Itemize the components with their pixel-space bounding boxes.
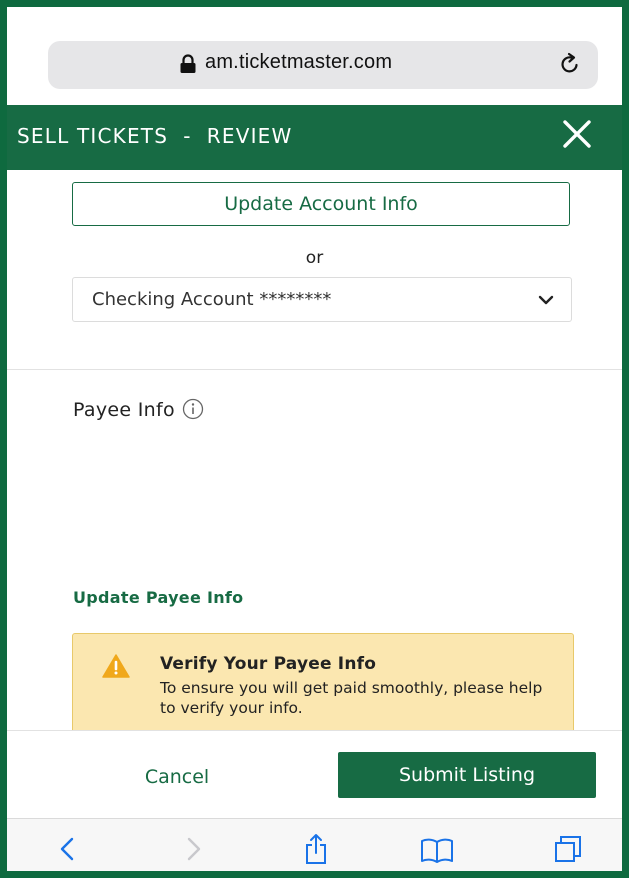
or-separator: or (305, 248, 324, 268)
reload-icon[interactable] (558, 52, 582, 76)
page-header: SELL TICKETS - REVIEW (7, 105, 622, 170)
action-bar: Cancel Submit Listing (7, 730, 622, 818)
chevron-down-icon (538, 295, 554, 305)
alert-body: To ensure you will get paid smoothly, pl… (160, 679, 543, 717)
info-icon[interactable] (182, 398, 204, 420)
verify-payee-alert: Verify Your Payee Info To ensure you wil… (72, 633, 574, 730)
app-frame: am.ticketmaster.com SELL TICKETS - REVIE… (0, 0, 629, 878)
warning-icon (102, 654, 130, 678)
submit-listing-button[interactable]: Submit Listing (338, 752, 596, 798)
close-icon[interactable] (560, 117, 594, 151)
share-icon[interactable] (301, 833, 331, 865)
cancel-button[interactable]: Cancel (97, 755, 257, 799)
bookmarks-icon[interactable] (420, 833, 454, 865)
browser-toolbar (7, 818, 622, 871)
update-payee-info-link[interactable]: Update Payee Info (73, 588, 243, 607)
update-account-info-button[interactable]: Update Account Info (72, 182, 570, 226)
alert-title: Verify Your Payee Info (160, 654, 377, 674)
forward-icon[interactable] (179, 833, 209, 865)
review-content: Update Account Info or Checking Account … (7, 170, 622, 730)
lock-icon (180, 54, 196, 73)
tabs-icon[interactable] (553, 833, 583, 865)
url-field[interactable]: am.ticketmaster.com (48, 41, 598, 89)
browser-address-bar: am.ticketmaster.com (7, 7, 622, 105)
account-select-value: Checking Account ******** (92, 289, 332, 310)
back-icon[interactable] (52, 833, 82, 865)
page-title: SELL TICKETS - REVIEW (17, 124, 293, 148)
section-divider (7, 369, 622, 370)
payee-info-heading: Payee Info (73, 399, 175, 421)
account-select[interactable]: Checking Account ******** (72, 277, 572, 322)
url-text: am.ticketmaster.com (205, 51, 393, 73)
